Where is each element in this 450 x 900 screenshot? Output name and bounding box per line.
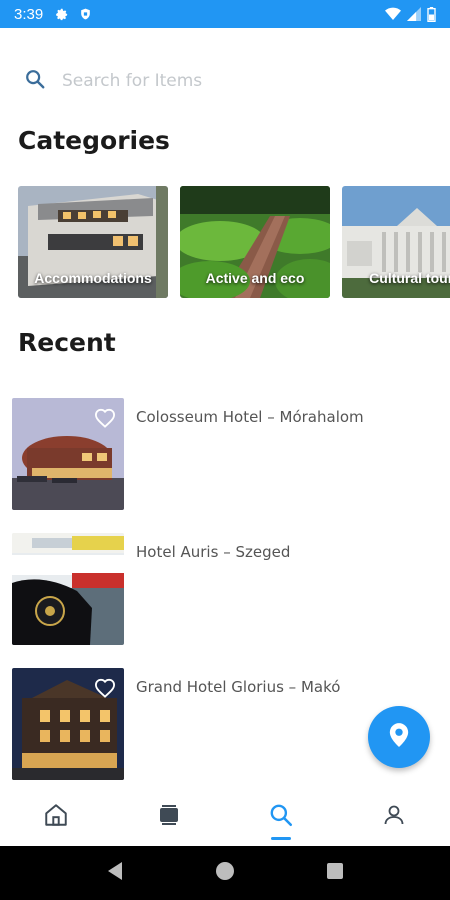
battery-icon [427,6,436,22]
grid-card-icon [157,803,181,831]
back-icon[interactable] [106,861,124,885]
system-navigation-bar [0,846,450,900]
category-card-cultural-tourism[interactable]: Cultural touris [342,186,450,298]
categories-heading: Categories [18,126,170,155]
recent-item-name[interactable]: Hotel Auris – Szeged [136,543,290,561]
active-tab-indicator [271,837,292,840]
search-input[interactable] [62,71,392,91]
map-fab-button[interactable] [368,706,430,768]
status-bar: 3:39 [0,0,450,28]
settings-gear-icon [55,7,69,21]
categories-carousel[interactable]: Accommodations Active and eco Cultural t… [18,186,450,298]
recent-heading: Recent [18,328,116,357]
signal-icon [407,7,421,21]
category-label: Active and eco [205,270,305,286]
nav-profile[interactable] [338,788,450,846]
recent-item-thumbnail[interactable] [12,668,124,780]
home-circle-icon[interactable] [215,861,235,885]
recent-item[interactable]: Hotel Auris – Szeged [12,533,442,646]
search-icon [24,68,46,94]
status-time: 3:39 [14,5,44,23]
recent-item-name[interactable]: Grand Hotel Glorius – Makó [136,678,340,696]
bottom-navigation [0,788,450,846]
hotel-image [12,533,124,645]
home-icon [43,802,69,832]
recent-item-thumbnail[interactable] [12,398,124,510]
category-card-accommodations[interactable]: Accommodations [18,186,168,298]
category-card-active-and-eco[interactable]: Active and eco [180,186,330,298]
recent-item-name[interactable]: Colosseum Hotel – Mórahalom [136,408,364,426]
recent-item-thumbnail[interactable] [12,533,124,645]
shield-icon [79,7,92,21]
profile-icon [382,803,406,831]
recents-square-icon[interactable] [326,862,344,884]
category-label: Cultural touris [369,270,450,286]
heart-outline-icon[interactable] [94,678,116,698]
recent-item[interactable]: Colosseum Hotel – Mórahalom [12,398,442,511]
nav-categories[interactable] [113,788,226,846]
wifi-icon [385,7,401,21]
search-icon [268,802,294,832]
nav-search[interactable] [225,788,338,846]
map-pin-icon [388,722,410,752]
heart-outline-icon[interactable] [94,408,116,428]
search-bar[interactable] [24,64,424,98]
nav-home[interactable] [0,788,113,846]
category-label: Accommodations [34,270,152,286]
